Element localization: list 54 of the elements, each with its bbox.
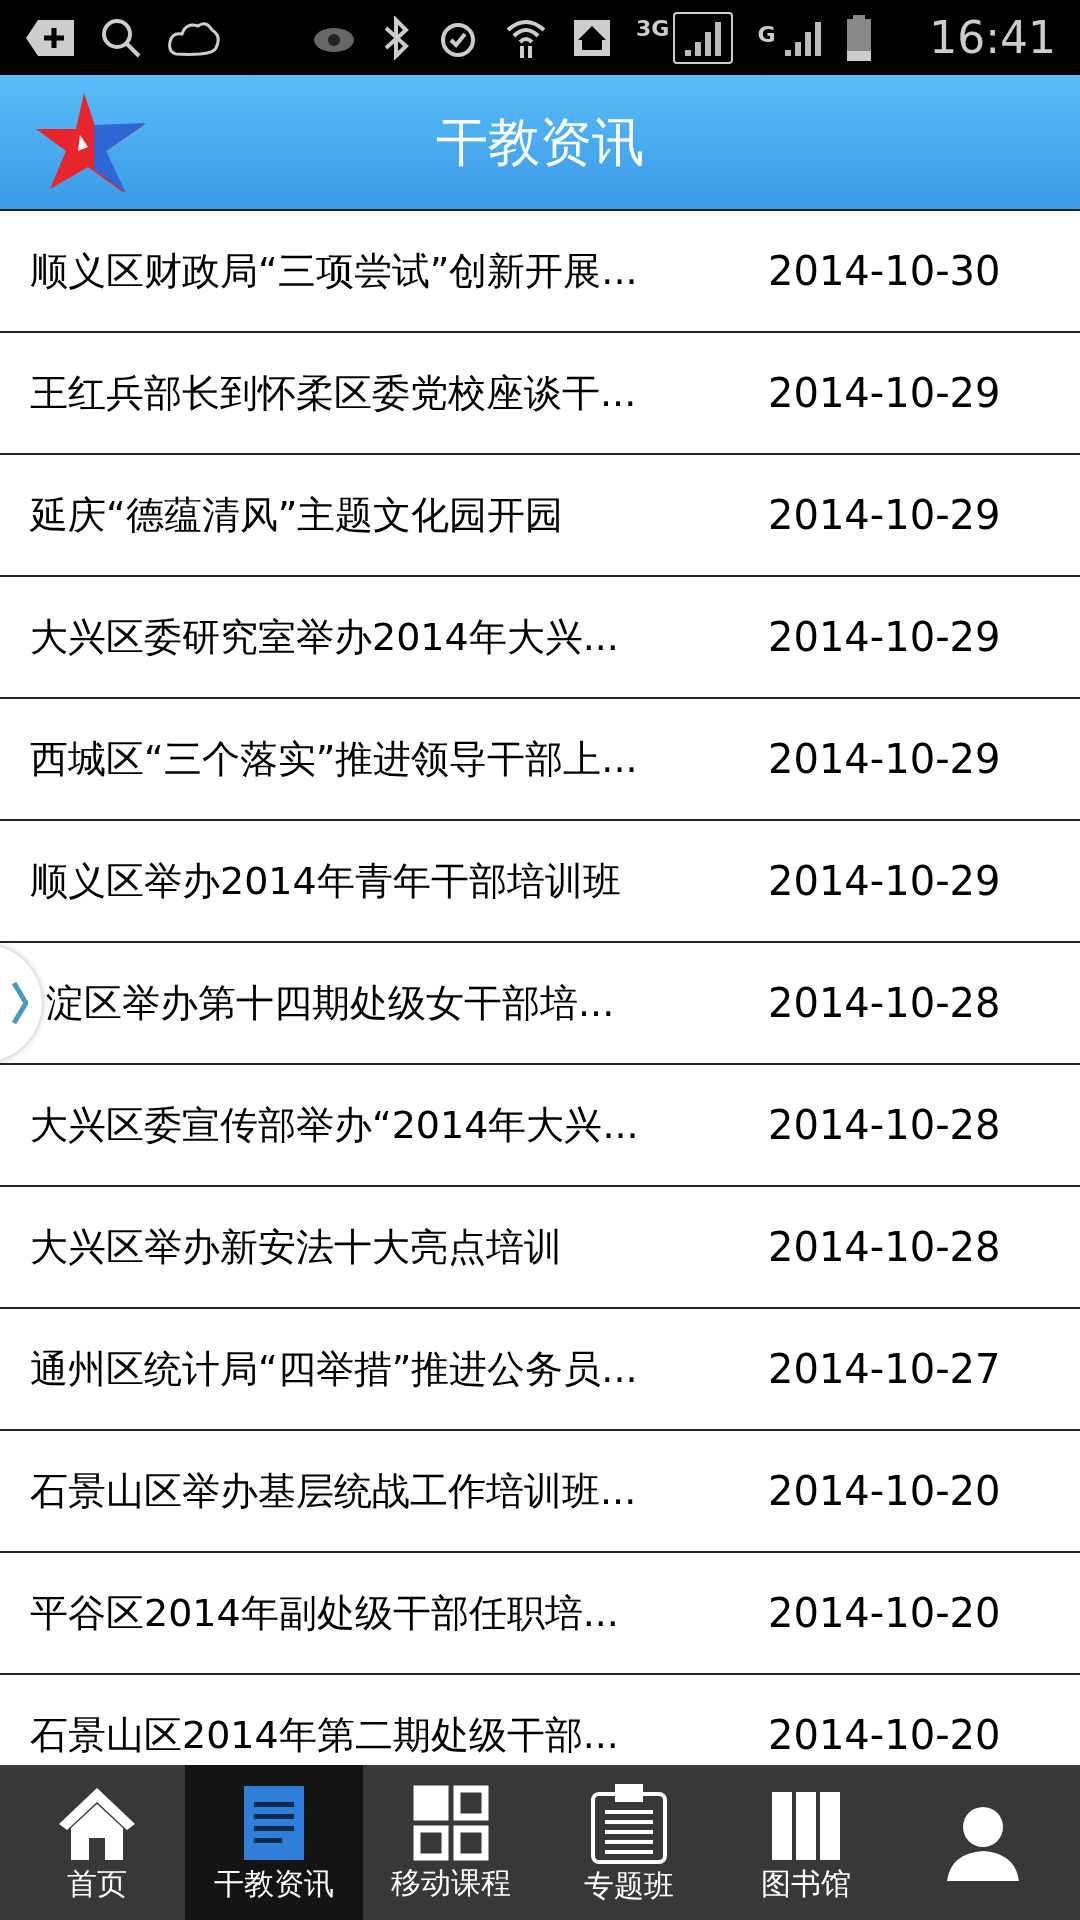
news-title: 平谷区2014年副处级干部任职培... [29, 1589, 620, 1637]
news-row[interactable]: 大兴区委研究室举办2014年大兴... 2014-10-29 [0, 577, 1080, 699]
news-row[interactable]: 顺义区财政局“三项尝试”创新开展... 2014-10-30 [0, 211, 1080, 333]
news-date: 2014-10-29 [768, 369, 1001, 418]
news-date: 2014-10-20 [768, 1467, 1001, 1516]
news-row[interactable]: 平谷区2014年副处级干部任职培... 2014-10-20 [0, 1553, 1080, 1675]
document-icon [242, 1783, 306, 1862]
nav-tab[interactable]: 移动课程 [362, 1765, 540, 1920]
news-date: 2014-10-29 [768, 735, 1001, 784]
news-title: 王红兵部长到怀柔区委党校座谈干... [29, 369, 638, 417]
news-date: 2014-10-30 [768, 247, 1001, 296]
home-icon [572, 17, 612, 58]
news-date: 2014-10-27 [768, 1345, 1001, 1394]
news-date: 2014-10-29 [768, 857, 1001, 906]
chevron-right-icon [12, 981, 28, 1025]
search-icon [100, 16, 142, 59]
news-title: 大兴区举办新安法十大亮点培训 [29, 1223, 563, 1271]
news-row[interactable]: 顺义区举办2014年青年干部培训班 2014-10-29 [0, 821, 1080, 943]
news-date: 2014-10-20 [768, 1589, 1001, 1638]
news-title: 顺义区举办2014年青年干部培训班 [29, 857, 622, 905]
news-row[interactable]: 延庆“德蕴清风”主题文化园开园 2014-10-29 [0, 455, 1080, 577]
grid-icon [413, 1784, 490, 1861]
add-icon [24, 17, 76, 58]
news-title: 淀区举办第十四期处级女干部培... [46, 979, 616, 1027]
clipboard-icon [588, 1781, 669, 1864]
battery-icon [847, 14, 872, 61]
news-row[interactable]: 大兴区举办新安法十大亮点培训 2014-10-28 [0, 1187, 1080, 1309]
nav-tab[interactable]: 干教资讯 [185, 1765, 363, 1920]
news-row[interactable]: 王红兵部长到怀柔区委党校座谈干... 2014-10-29 [0, 333, 1080, 455]
news-row[interactable]: 通州区统计局“四举措”推进公务员... 2014-10-27 [0, 1309, 1080, 1431]
news-title: 石景山区2014年第二期处级干部... [29, 1711, 620, 1759]
news-title: 通州区统计局“四举措”推进公务员... [29, 1345, 639, 1393]
news-title: 西城区“三个落实”推进领导干部上... [29, 735, 639, 783]
news-title: 大兴区委宣传部举办“2014年大兴... [29, 1101, 640, 1149]
nav-tab[interactable]: 首页 [8, 1765, 186, 1920]
news-row[interactable]: 石景山区举办基层统战工作培训班... 2014-10-20 [0, 1431, 1080, 1553]
news-date: 2014-10-29 [768, 491, 1001, 540]
news-title: 大兴区委研究室举办2014年大兴... [29, 613, 620, 661]
news-date: 2014-10-28 [768, 1223, 1001, 1272]
news-date: 2014-10-28 [768, 979, 1001, 1028]
clock: 16:41 [929, 10, 1056, 65]
news-date: 2014-10-29 [768, 613, 1001, 662]
news-title: 延庆“德蕴清风”主题文化园开园 [29, 491, 565, 539]
news-row[interactable]: 西城区“三个落实”推进领导干部上... 2014-10-29 [0, 699, 1080, 821]
nav-tab[interactable]: 图书馆 [717, 1765, 895, 1920]
news-title: 石景山区举办基层统战工作培训班... [29, 1467, 638, 1515]
page-title: 干教资讯 [436, 111, 644, 174]
news-date: 2014-10-20 [768, 1711, 1001, 1760]
news-title: 顺义区财政局“三项尝试”创新开展... [29, 247, 639, 295]
nav-tab[interactable]: 专题班 [540, 1765, 718, 1920]
news-date: 2014-10-28 [768, 1101, 1001, 1150]
news-row[interactable]: 大兴区委宣传部举办“2014年大兴... 2014-10-28 [0, 1065, 1080, 1187]
network-type: 3G [636, 14, 670, 43]
network-type: G [757, 20, 776, 49]
